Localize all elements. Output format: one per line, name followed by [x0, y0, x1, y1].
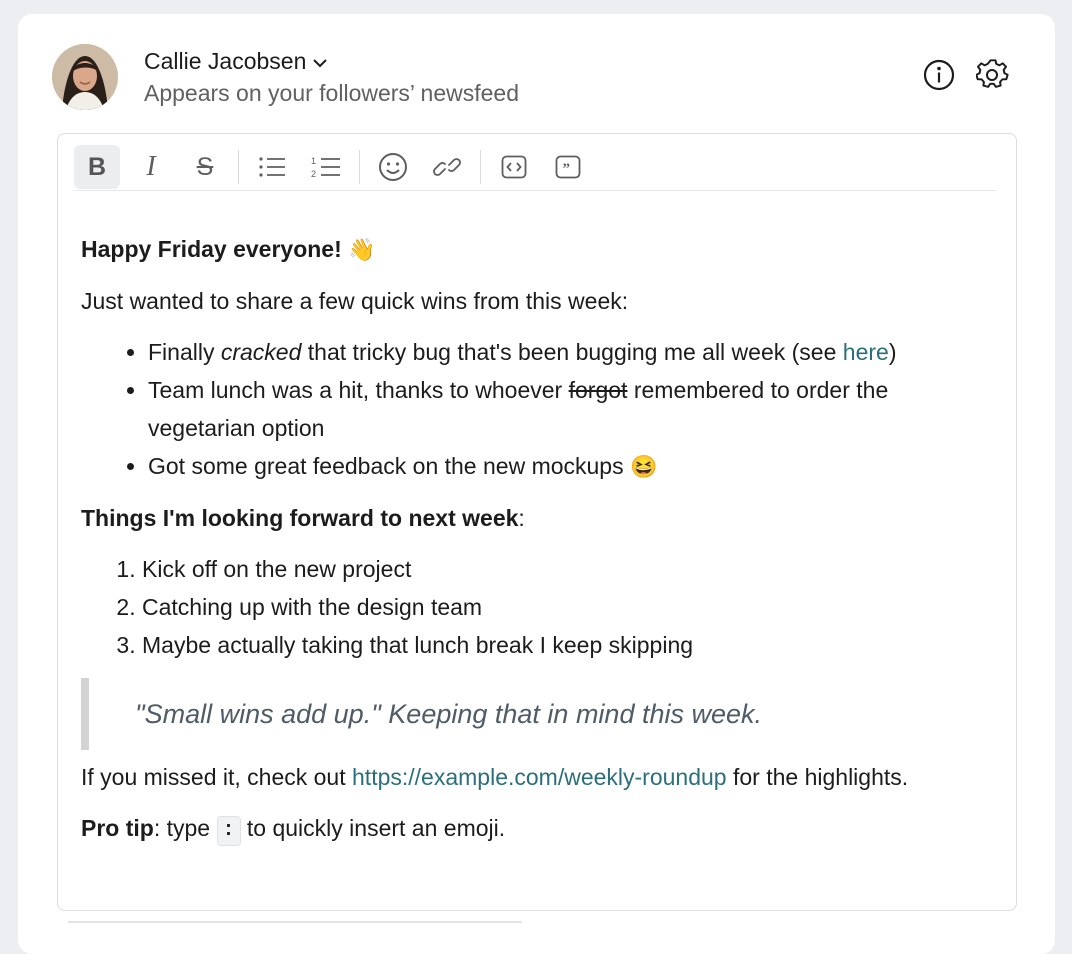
italic-button[interactable]: I	[128, 145, 174, 189]
chevron-down-icon	[312, 48, 328, 75]
next-week-list: Kick off on the new project Catching up …	[81, 550, 1001, 664]
svg-text:2: 2	[311, 169, 316, 179]
here-link[interactable]: here	[843, 339, 889, 365]
post-editor[interactable]: B I S 1 2 ” Happy Friday everyone! 👋 Jus…	[57, 133, 1017, 911]
link-icon	[433, 158, 461, 176]
laughing-emoji: 😆	[630, 454, 658, 479]
numbered-list-button[interactable]: 1 2	[303, 145, 349, 189]
toolbar-divider	[238, 150, 239, 184]
audience-subtitle: Appears on your followers’ newsfeed	[144, 80, 520, 106]
toolbar-divider	[359, 150, 360, 184]
post-heading: Happy Friday everyone! 👋	[81, 236, 376, 262]
author-selector[interactable]: Callie Jacobsen	[144, 48, 328, 75]
list-item: Catching up with the design team	[142, 588, 1001, 626]
numbered-list-icon: 1 2	[311, 156, 340, 179]
bulleted-list-button[interactable]	[249, 145, 295, 189]
emoji-icon	[379, 153, 407, 181]
svg-text:1: 1	[311, 156, 316, 166]
list-item: Kick off on the new project	[142, 550, 1001, 588]
waving-hand-emoji: 👋	[348, 237, 376, 262]
list-item: Team lunch was a hit, thanks to whoever …	[148, 371, 1001, 447]
code-button[interactable]	[491, 145, 537, 189]
formatting-toolbar: B I S 1 2 ”	[74, 144, 996, 191]
post-content[interactable]: Happy Friday everyone! 👋 Just wanted to …	[81, 230, 1001, 847]
wins-list: Finally cracked that tricky bug that's b…	[81, 333, 1001, 486]
quote-icon: ”	[555, 155, 581, 179]
divider	[68, 921, 522, 923]
blockquote: "Small wins add up." Keeping that in min…	[81, 678, 1001, 750]
roundup-line: If you missed it, check out https://exam…	[81, 764, 909, 790]
next-week-heading: Things I'm looking forward to next week:	[81, 505, 525, 531]
composer-card: Callie Jacobsen Appears on your follower…	[18, 14, 1055, 954]
code-icon	[501, 155, 527, 179]
emoji-button[interactable]	[370, 145, 416, 189]
bold-button[interactable]: B	[74, 145, 120, 189]
quote-button[interactable]: ”	[545, 145, 591, 189]
post-intro: Just wanted to share a few quick wins fr…	[81, 288, 629, 314]
avatar[interactable]	[52, 44, 118, 110]
bulleted-list-icon	[259, 157, 285, 177]
list-item: Finally cracked that tricky bug that's b…	[148, 333, 1001, 371]
info-icon[interactable]	[922, 58, 956, 92]
strikethrough-button[interactable]: S	[182, 145, 228, 189]
pro-tip-line: Pro tip: type : to quickly insert an emo…	[81, 809, 1001, 847]
toolbar-divider	[480, 150, 481, 184]
link-button[interactable]	[424, 145, 470, 189]
list-item: Maybe actually taking that lunch break I…	[142, 626, 1001, 664]
author-name: Callie Jacobsen	[144, 48, 307, 74]
inline-code: :	[216, 816, 241, 846]
list-item: Got some great feedback on the new mocku…	[148, 447, 1001, 486]
svg-text:”: ”	[563, 161, 571, 177]
gear-icon[interactable]	[975, 58, 1010, 92]
roundup-link[interactable]: https://example.com/weekly-roundup	[352, 764, 727, 790]
